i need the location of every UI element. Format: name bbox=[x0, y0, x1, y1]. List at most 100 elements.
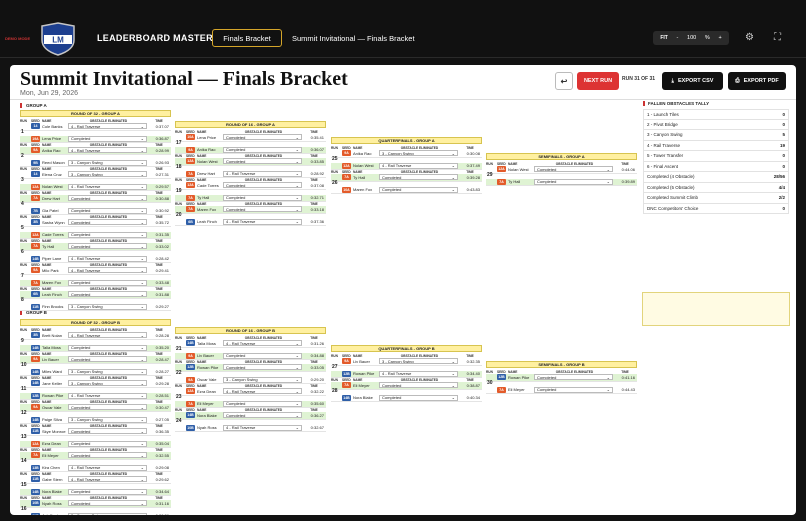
zoom-in-button[interactable]: + bbox=[718, 35, 721, 41]
obstacle-select[interactable]: Completed ⌄ bbox=[68, 135, 147, 142]
zoom-out-button[interactable]: - bbox=[677, 35, 679, 41]
next-run-button[interactable]: NEXT RUN bbox=[577, 72, 619, 90]
obstacle-select[interactable]: 3 - Canyon Swing ⌄ bbox=[223, 376, 302, 383]
obstacle-select[interactable]: Completed ⌄ bbox=[68, 219, 147, 226]
competitor-row[interactable]: 12A Cade Torres Completed ⌄ 0:37.08 bbox=[175, 182, 326, 190]
competitor-row[interactable]: 12B Rowan Pike Completed ⌄ 0:41.16 bbox=[486, 374, 637, 382]
obstacle-select[interactable]: Completed ⌄ bbox=[223, 412, 302, 419]
obstacle-select[interactable]: Completed ⌄ bbox=[68, 279, 147, 286]
obstacle-select[interactable]: Completed ⌄ bbox=[379, 382, 458, 389]
competitor-row[interactable]: 12A Nolan West Completed ⌄ 0:44.06 bbox=[486, 166, 637, 174]
obstacle-select[interactable]: Completed ⌄ bbox=[68, 404, 147, 411]
obstacle-select[interactable]: 3 - Canyon Swing ⌄ bbox=[68, 368, 147, 375]
tab-finals-bracket[interactable]: Finals Bracket bbox=[212, 29, 282, 47]
obstacle-select[interactable]: 3 - Canyon Swing ⌄ bbox=[68, 380, 147, 387]
obstacle-select[interactable]: 4 - Rail Traverse ⌄ bbox=[68, 476, 147, 483]
competitor-row[interactable]: 10B Nyah Ross 4 - Rail Traverse ⌄ 0:32.67 bbox=[175, 424, 326, 432]
competitor-row[interactable]: 7A Ty Hall Completed ⌄ 0:39.28 bbox=[331, 174, 482, 182]
obstacle-select[interactable]: 3 - Canyon Swing ⌄ bbox=[68, 159, 147, 166]
obstacle-select[interactable]: Completed ⌄ bbox=[68, 291, 147, 298]
obstacle-select[interactable]: 3 - Canyon Swing ⌄ bbox=[68, 512, 147, 515]
obstacle-select[interactable]: 4 - Rail Traverse ⌄ bbox=[223, 170, 302, 177]
obstacle-select[interactable]: 3 - Canyon Swing ⌄ bbox=[379, 150, 458, 157]
obstacle-select[interactable]: 4 - Rail Traverse ⌄ bbox=[379, 370, 458, 377]
obstacle-select[interactable]: 4 - Rail Traverse ⌄ bbox=[68, 183, 147, 190]
obstacle-select[interactable]: Completed ⌄ bbox=[68, 356, 147, 363]
competitor-row[interactable]: 14 Cole Banks 4 - Rail Traverse ⌄ 0:37.07 bbox=[20, 123, 171, 131]
competitor-row[interactable]: 12A Ezra Dean 4 - Rail Traverse ⌄ 0:32.22 bbox=[175, 388, 326, 396]
obstacle-select[interactable]: Completed ⌄ bbox=[68, 500, 147, 507]
competitor-row[interactable]: 14B Talia Moss 4 - Rail Traverse ⌄ 0:31.26 bbox=[175, 340, 326, 348]
competitor-row[interactable]: 14 Elena Cruz 3 - Canyon Swing ⌄ 0:27.31 bbox=[20, 171, 171, 179]
competitor-row[interactable]: 11B Skye Monroe Completed ⌄ 0:36.35 bbox=[20, 428, 171, 436]
obstacle-select[interactable]: 4 - Rail Traverse ⌄ bbox=[223, 218, 302, 225]
obstacle-select[interactable]: Completed ⌄ bbox=[534, 166, 613, 173]
competitor-row[interactable]: 10B Nyah Ross Completed ⌄ 0:31.16 bbox=[20, 500, 171, 508]
competitor-row[interactable]: 7A Drew Hart Completed ⌄ 0:30.88 bbox=[20, 195, 171, 203]
obstacle-select[interactable]: Completed ⌄ bbox=[534, 178, 613, 185]
obstacle-select[interactable]: Completed ⌄ bbox=[379, 186, 458, 193]
competitor-row[interactable]: 14B Nora Blake Completed ⌄ 0:36.27 bbox=[175, 412, 326, 420]
obstacle-select[interactable]: 3 - Canyon Swing ⌄ bbox=[379, 358, 458, 365]
zoom-fit-button[interactable]: FIT bbox=[660, 35, 668, 41]
competitor-row[interactable]: 3B Brett Nolan 4 - Rail Traverse ⌄ 0:28.28 bbox=[20, 332, 171, 340]
competitor-row[interactable]: 11BAsh Ford3 - Canyon Swing ⌄0:28.39 bbox=[20, 512, 171, 515]
competitor-row[interactable]: 7A Eli Meyer Completed ⌄ 0:32.55 bbox=[20, 452, 171, 460]
competitor-row[interactable]: 7A Maren Fox Completed ⌄ 0:33.18 bbox=[175, 206, 326, 214]
competitor-row[interactable]: 14B Jane Keller 3 - Canyon Swing ⌄ 0:29.28 bbox=[20, 380, 171, 388]
obstacle-select[interactable]: 3 - Canyon Swing ⌄ bbox=[68, 303, 147, 310]
obstacle-select[interactable]: Completed ⌄ bbox=[534, 374, 613, 381]
obstacle-select[interactable]: Completed ⌄ bbox=[68, 231, 147, 238]
obstacle-select[interactable]: Completed ⌄ bbox=[379, 174, 458, 181]
obstacle-select[interactable]: Completed ⌄ bbox=[68, 488, 147, 495]
competitor-row[interactable]: 11B Gabe Stern 4 - Rail Traverse ⌄ 0:29.62 bbox=[20, 476, 171, 484]
competitor-row[interactable]: 10A Lena Price Completed ⌄ 0:35.41 bbox=[175, 134, 326, 142]
obstacle-select[interactable]: 4 - Rail Traverse ⌄ bbox=[68, 392, 147, 399]
obstacle-select[interactable]: Completed ⌄ bbox=[223, 146, 302, 153]
competitor-row[interactable]: 9A Liv Bauer Completed ⌄ 0:28.47 bbox=[20, 356, 171, 364]
obstacle-select[interactable]: Completed ⌄ bbox=[223, 364, 302, 371]
obstacle-select[interactable]: Completed ⌄ bbox=[379, 394, 458, 401]
obstacle-select[interactable]: Completed ⌄ bbox=[68, 428, 147, 435]
competitor-row[interactable]: 6B Leah Finch Completed ⌄ 0:31.88 bbox=[20, 291, 171, 299]
export-csv-button[interactable]: ⤓ EXPORT CSV bbox=[662, 72, 723, 90]
obstacle-select[interactable]: Completed ⌄ bbox=[223, 352, 302, 359]
obstacle-select[interactable]: 4 - Rail Traverse ⌄ bbox=[68, 267, 147, 274]
obstacle-select[interactable]: Completed ⌄ bbox=[223, 400, 302, 407]
obstacle-select[interactable]: Completed ⌄ bbox=[223, 206, 302, 213]
obstacle-select[interactable]: 4 - Rail Traverse ⌄ bbox=[223, 340, 302, 347]
competitor-row[interactable]: 3B Sasha Wynn Completed ⌄ 0:35.72 bbox=[20, 219, 171, 227]
competitor-row[interactable]: 11B Finn Brooks 3 - Canyon Swing ⌄ 0:29.27 bbox=[20, 303, 171, 311]
obstacle-select[interactable]: 4 - Rail Traverse ⌄ bbox=[68, 123, 147, 130]
obstacle-select[interactable]: Completed ⌄ bbox=[68, 344, 147, 351]
competitor-row[interactable]: 6B Leah Finch 4 - Rail Traverse ⌄ 0:37.36 bbox=[175, 218, 326, 226]
obstacle-select[interactable]: 4 - Rail Traverse ⌄ bbox=[379, 162, 458, 169]
competitor-row[interactable]: 9A Oscar Vale Completed ⌄ 0:30.47 bbox=[20, 404, 171, 412]
competitor-row[interactable]: 14B Nora Blake Completed ⌄ 0:40.34 bbox=[331, 394, 482, 402]
competitor-row[interactable]: 7A Ty Hall Completed ⌄ 0:33.02 bbox=[20, 243, 171, 251]
obstacle-select[interactable]: 4 - Rail Traverse ⌄ bbox=[223, 388, 302, 395]
obstacle-select[interactable]: 4 - Rail Traverse ⌄ bbox=[68, 332, 147, 339]
export-pdf-button[interactable]: ⎙ EXPORT PDF bbox=[728, 72, 786, 90]
competitor-row[interactable]: 12A Nolan West Completed ⌄ 0:33.85 bbox=[175, 158, 326, 166]
settings-gear-icon[interactable]: ⚙ bbox=[745, 32, 754, 43]
obstacle-select[interactable]: 3 - Canyon Swing ⌄ bbox=[68, 416, 147, 423]
competitor-row[interactable]: 9A Milo Park 4 - Rail Traverse ⌄ 0:29.41 bbox=[20, 267, 171, 275]
obstacle-select[interactable]: Completed ⌄ bbox=[68, 243, 147, 250]
obstacle-select[interactable]: 3 - Canyon Swing ⌄ bbox=[68, 171, 147, 178]
competitor-row[interactable]: 7A Eli Meyer Completed ⌄ 0:44.43 bbox=[486, 386, 637, 394]
obstacle-select[interactable]: Completed ⌄ bbox=[223, 194, 302, 201]
obstacle-select[interactable]: 4 - Rail Traverse ⌄ bbox=[68, 147, 147, 154]
obstacle-select[interactable]: Completed ⌄ bbox=[223, 134, 302, 141]
obstacle-select[interactable]: Completed ⌄ bbox=[68, 195, 147, 202]
competitor-row[interactable]: 7A Eli Meyer Completed ⌄ 0:38.87 bbox=[331, 382, 482, 390]
competitor-row[interactable]: 9A Anika Rao 3 - Canyon Swing ⌄ 0:30.08 bbox=[331, 150, 482, 158]
competitor-row[interactable]: 12B Rowan Pike Completed ⌄ 0:33.05 bbox=[175, 364, 326, 372]
competitor-row[interactable]: 9A Liv Bauer 3 - Canyon Swing ⌄ 0:32.35 bbox=[331, 358, 482, 366]
obstacle-select[interactable]: 4 - Rail Traverse ⌄ bbox=[68, 464, 147, 471]
obstacle-select[interactable]: Completed ⌄ bbox=[223, 158, 302, 165]
competitor-row[interactable]: 9A Anika Rao 4 - Rail Traverse ⌄ 0:28.99 bbox=[20, 147, 171, 155]
competitor-row[interactable]: 7A Ty Hall Completed ⌄ 0:39.89 bbox=[486, 178, 637, 186]
competitor-row[interactable]: 10A Maren Fox Completed ⌄ 0:43.83 bbox=[331, 186, 482, 194]
obstacle-select[interactable]: Completed ⌄ bbox=[68, 440, 147, 447]
